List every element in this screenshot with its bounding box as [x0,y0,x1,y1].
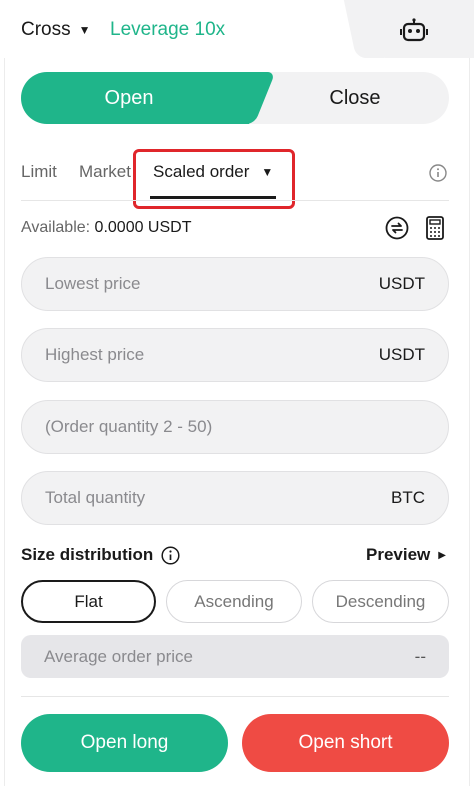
distribution-descending-button[interactable]: Descending [312,580,449,623]
highest-price-unit: USDT [378,345,425,364]
play-arrow-icon: ▶ [438,549,446,561]
order-panel: Cross ▼ Leverage 10x Open Close Limit Ma… [0,0,474,786]
average-order-price-field: Average order price -- [21,635,449,678]
calculator-icon[interactable] [426,216,444,240]
info-icon[interactable] [429,164,447,182]
preview-link[interactable]: Preview ▶ [366,545,446,565]
lowest-price-placeholder: Lowest price [45,274,141,293]
robot-icon[interactable] [400,18,428,42]
divider [21,200,449,201]
tab-limit[interactable]: Limit [21,162,57,182]
order-quantity-placeholder: (Order quantity 2 - 50) [45,417,213,436]
distribution-ascending-button[interactable]: Ascending [166,580,302,623]
leverage-button[interactable]: Leverage 10x [110,19,225,41]
highest-price-placeholder: Highest price [45,345,145,364]
available-value: 0.0000 USDT [94,219,192,236]
average-order-price-value: -- [414,646,426,666]
lowest-price-input[interactable]: Lowest price USDT [21,257,449,311]
open-tab[interactable]: Open [21,72,249,124]
tab-market[interactable]: Market [79,162,131,182]
close-tab[interactable]: Close [249,72,449,124]
open-short-button[interactable]: Open short [242,714,449,772]
top-bar: Cross ▼ Leverage 10x [0,0,474,60]
open-close-toggle: Open Close [21,72,449,124]
total-quantity-input[interactable]: Total quantity BTC [21,471,449,525]
info-icon[interactable] [161,545,180,565]
preview-label: Preview [366,545,431,564]
total-quantity-placeholder: Total quantity [45,488,146,507]
available-balance: Available: 0.0000 USDT [21,219,191,237]
margin-mode-selector[interactable]: Cross ▼ [21,19,91,41]
trading-bot-tab[interactable] [364,0,474,58]
order-quantity-input[interactable]: (Order quantity 2 - 50) [21,400,449,454]
caret-down-icon: ▼ [78,23,91,37]
average-order-price-label: Average order price [44,646,193,666]
swap-icon[interactable] [385,216,409,240]
open-long-button[interactable]: Open long [21,714,228,772]
total-quantity-unit: BTC [391,488,425,507]
size-distribution-label: Size distribution [21,545,154,564]
size-distribution-heading: Size distribution [21,545,180,565]
highest-price-input[interactable]: Highest price USDT [21,328,449,382]
available-label: Available: [21,219,91,236]
divider [21,696,449,697]
margin-mode-label: Cross [21,19,71,40]
lowest-price-unit: USDT [378,274,425,293]
distribution-flat-button[interactable]: Flat [21,580,156,623]
